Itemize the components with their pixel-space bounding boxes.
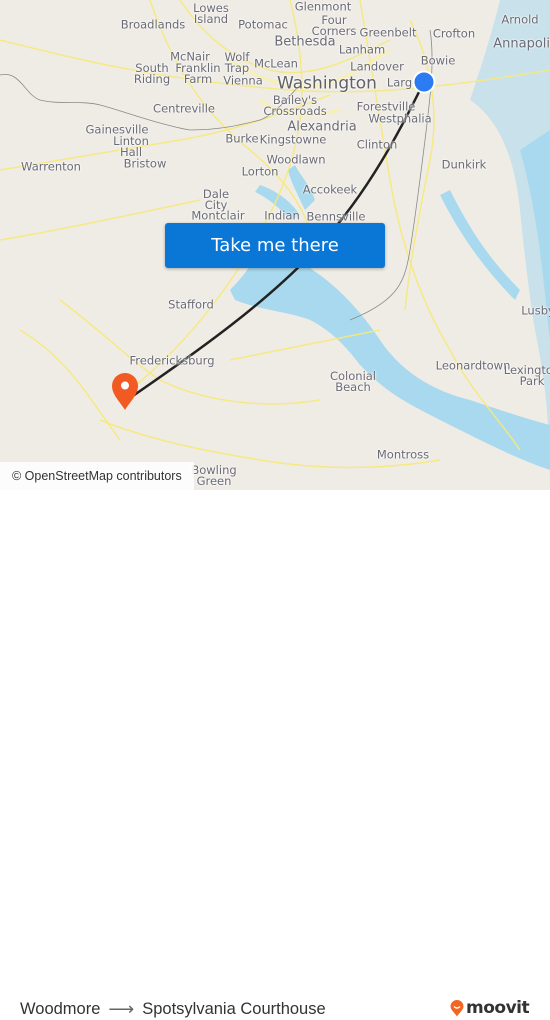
place-label: Arnold: [501, 12, 539, 27]
place-label: Bristow: [123, 156, 167, 171]
arrow-right-icon: ⟶: [108, 999, 135, 1019]
place-label: South Riding: [133, 61, 171, 86]
place-label: Lowes Island: [193, 1, 229, 26]
place-label: Washington: [277, 73, 377, 94]
place-label: Colonial Beach: [329, 369, 377, 394]
place-label: Stafford: [168, 297, 214, 312]
place-label: Westphalia: [368, 111, 432, 126]
place-label: Greenbelt: [359, 25, 417, 40]
origin-name: Woodmore: [20, 1000, 101, 1018]
place-label: Linton Hall: [113, 134, 149, 159]
destination-name: Spotsylvania Courthouse: [142, 1000, 326, 1018]
place-label: Landover: [350, 59, 404, 74]
footer: Woodmore ⟶ Spotsylvania Courthouse moovi…: [0, 490, 550, 1019]
water-potomac-river: [230, 235, 550, 470]
place-label: Burke: [225, 131, 259, 146]
place-label: Broadlands: [120, 17, 186, 32]
route-title: Woodmore ⟶ Spotsylvania Courthouse: [20, 999, 326, 1020]
place-label: Vienna: [223, 73, 263, 88]
place-label: Clinton: [356, 137, 398, 152]
place-label: Kingstowne: [259, 132, 327, 147]
take-me-there-button[interactable]: Take me there: [165, 223, 385, 268]
place-label: McLean: [254, 56, 298, 71]
place-label: Montross: [376, 447, 430, 462]
place-label: Bethesda: [274, 34, 336, 50]
place-label: Accokeek: [302, 182, 358, 197]
water-patuxent: [440, 190, 520, 300]
map-attribution[interactable]: © OpenStreetMap contributors: [0, 462, 194, 490]
place-label: Montclair: [191, 208, 245, 223]
place-label: Warrenton: [21, 159, 81, 174]
place-label: Bailey's Crossroads: [263, 93, 327, 118]
moovit-pin-icon: [450, 999, 464, 1016]
place-label: Lexington Park: [503, 363, 550, 388]
place-label: Crofton: [432, 26, 476, 41]
place-label: Lanham: [338, 42, 386, 57]
place-label: Dunkirk: [441, 157, 487, 172]
place-label: Annapolis: [493, 36, 550, 52]
destination-pin-icon[interactable]: [111, 373, 139, 411]
place-label: Bowling Green: [191, 463, 237, 488]
moovit-logo[interactable]: moovit: [450, 998, 530, 1018]
place-label: Bowie: [420, 53, 456, 68]
place-label: Glenmont: [294, 0, 352, 14]
place-label: Lusby: [521, 303, 550, 318]
origin-marker-icon[interactable]: [412, 70, 436, 94]
place-label: Leonardtown: [435, 358, 511, 373]
place-label: Fredericksburg: [129, 353, 215, 368]
place-label: Potomac: [238, 17, 288, 32]
moovit-wordmark: moovit: [466, 998, 530, 1018]
place-label: Wolf Trap: [224, 50, 250, 75]
place-label: Lorton: [241, 164, 279, 179]
place-label: Indian: [264, 208, 300, 223]
place-label: Centreville: [153, 101, 215, 116]
map[interactable]: Broadlands Lowes Island Potomac Glenmont…: [0, 0, 550, 490]
place-label: Franklin Farm: [175, 61, 221, 86]
place-label: Bennsville: [306, 209, 366, 224]
